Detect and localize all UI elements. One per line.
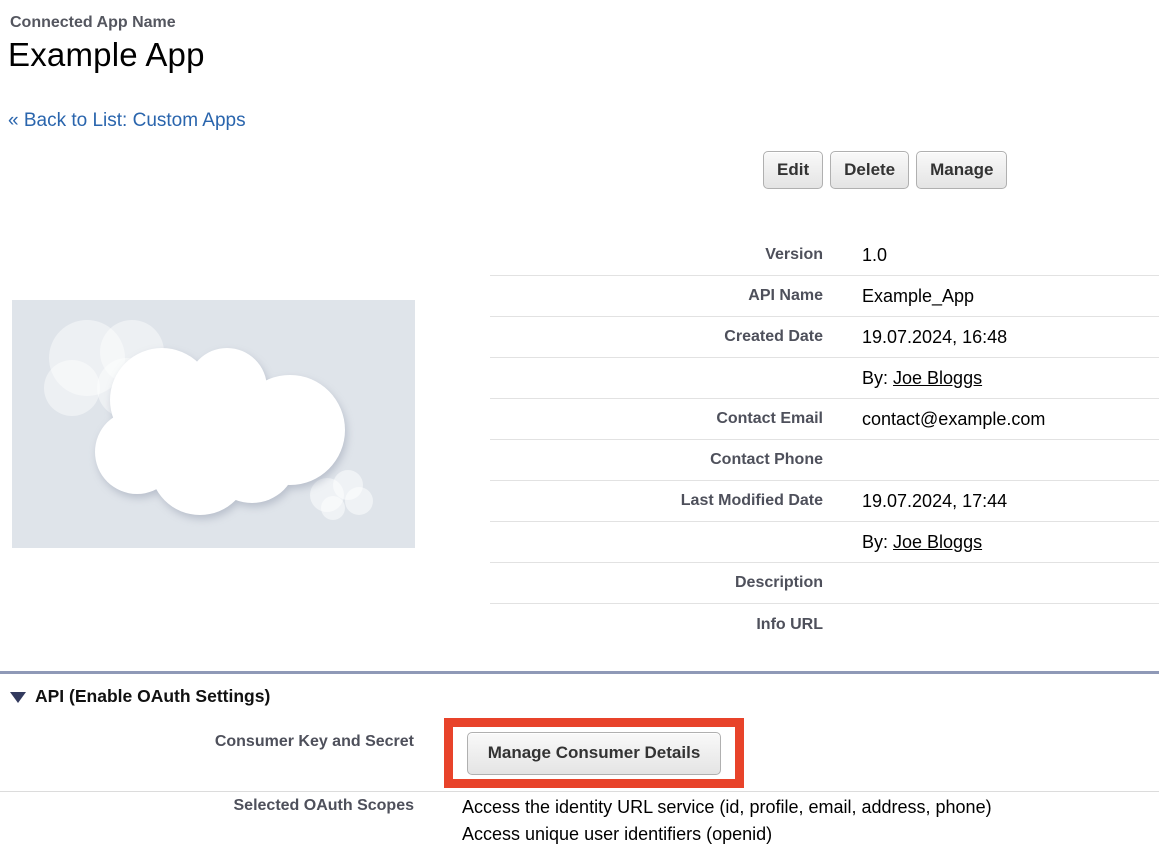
field-label: Description — [490, 574, 823, 592]
oauth-scope-item: Access the identity URL service (id, pro… — [462, 794, 992, 821]
modified-by-user-link[interactable]: Joe Bloggs — [893, 532, 982, 552]
manage-consumer-details-button[interactable]: Manage Consumer Details — [467, 732, 722, 775]
oauth-scope-item: Access unique user identifiers (openid) — [462, 821, 992, 848]
red-highlight-annotation: Manage Consumer Details — [444, 718, 744, 788]
selected-oauth-scopes-label: Selected OAuth Scopes — [0, 797, 414, 815]
consumer-key-secret-label: Consumer Key and Secret — [0, 733, 414, 751]
created-by-user-link[interactable]: Joe Bloggs — [893, 368, 982, 388]
table-row-version: Version 1.0 — [490, 235, 1159, 276]
field-label: Contact Email — [490, 410, 823, 428]
field-label: Contact Phone — [490, 451, 823, 469]
back-to-list-link[interactable]: « Back to List: Custom Apps — [8, 110, 246, 132]
connected-app-detail-page: Connected App Name Example App « Back to… — [0, 0, 1159, 848]
table-row-description: Description — [490, 563, 1159, 604]
field-label: API Name — [490, 287, 823, 305]
app-detail-table: Version 1.0 API Name Example_App Created… — [490, 235, 1159, 645]
by-prefix: By: — [862, 532, 893, 552]
field-value: contact@example.com — [823, 409, 1159, 430]
field-label: Info URL — [490, 616, 823, 634]
table-row-info-url: Info URL — [490, 604, 1159, 645]
section-divider — [0, 671, 1159, 674]
by-prefix: By: — [862, 368, 893, 388]
oauth-scopes-values: Access the identity URL service (id, pro… — [462, 794, 992, 848]
field-label: Version — [490, 246, 823, 264]
table-row-modified-by: By: Joe Bloggs — [490, 522, 1159, 563]
oauth-section-title: API (Enable OAuth Settings) — [35, 686, 270, 707]
app-logo-image — [12, 300, 415, 548]
delete-button[interactable]: Delete — [830, 151, 909, 189]
manage-button[interactable]: Manage — [916, 151, 1007, 189]
field-value: Example_App — [823, 286, 1159, 307]
field-value: 19.07.2024, 17:44 — [823, 491, 1159, 512]
table-row-created-date: Created Date 19.07.2024, 16:48 — [490, 317, 1159, 358]
field-label: Created Date — [490, 328, 823, 346]
row-divider — [0, 791, 1159, 792]
table-row-api-name: API Name Example_App — [490, 276, 1159, 317]
field-value: By: Joe Bloggs — [823, 532, 1159, 553]
table-row-contact-email: Contact Email contact@example.com — [490, 399, 1159, 440]
collapse-triangle-icon[interactable] — [10, 692, 26, 703]
field-value: 19.07.2024, 16:48 — [823, 327, 1159, 348]
field-label: Last Modified Date — [490, 492, 823, 510]
action-button-toolbar: Edit Delete Manage — [763, 151, 1007, 189]
edit-button[interactable]: Edit — [763, 151, 823, 189]
table-row-last-modified-date: Last Modified Date 19.07.2024, 17:44 — [490, 481, 1159, 522]
connected-app-name-label: Connected App Name — [10, 14, 176, 32]
field-value: 1.0 — [823, 245, 1159, 266]
oauth-section-header: API (Enable OAuth Settings) — [10, 686, 270, 707]
page-title: Example App — [8, 36, 205, 74]
field-value: By: Joe Bloggs — [823, 368, 1159, 389]
cloud-illustration-icon — [12, 300, 415, 548]
table-row-created-by: By: Joe Bloggs — [490, 358, 1159, 399]
table-row-contact-phone: Contact Phone — [490, 440, 1159, 481]
